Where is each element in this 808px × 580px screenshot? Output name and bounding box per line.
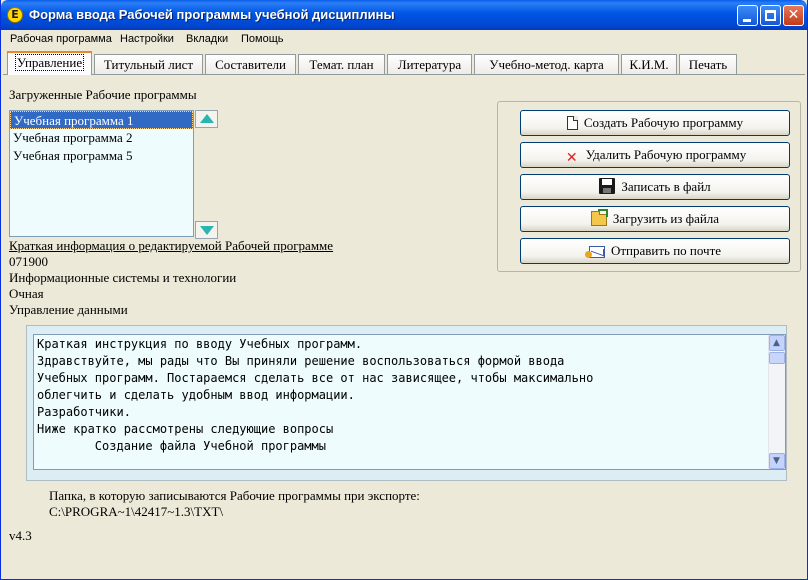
send-by-mail-button[interactable]: Отправить по почте: [520, 238, 790, 264]
move-down-button[interactable]: [195, 221, 218, 239]
tab-print[interactable]: Печать: [679, 54, 737, 75]
export-folder-path: C:\PROGRA~1\42417~1.3\TXT\: [49, 504, 224, 519]
floppy-disk-icon: [599, 178, 616, 194]
minimize-icon: [743, 19, 751, 22]
chevron-down-icon: ▼: [773, 456, 780, 466]
move-up-button[interactable]: [195, 110, 218, 128]
list-item[interactable]: Учебная программа 1: [10, 111, 193, 129]
delete-icon: ✕: [565, 150, 578, 166]
memo-line: Краткая инструкция по вводу Учебных прог…: [37, 337, 363, 351]
window-title: Форма ввода Рабочей программы учебной ди…: [29, 7, 395, 22]
arrow-down-icon: [200, 226, 214, 235]
maximize-button[interactable]: [760, 5, 781, 26]
tab-strip: Управление Титульный лист Составители Те…: [5, 51, 805, 75]
main-window: Е Форма ввода Рабочей программы учебной …: [0, 0, 808, 580]
vertical-scrollbar[interactable]: ▲ ▼: [768, 335, 785, 469]
export-folder-label: Папка, в которую записываются Рабочие пр…: [49, 488, 420, 503]
menu-settings[interactable]: Настройки: [120, 33, 174, 45]
version-label: v4.3: [9, 528, 32, 543]
tab-literature[interactable]: Литература: [387, 54, 472, 75]
instructions-memo[interactable]: Краткая инструкция по вводу Учебных прог…: [33, 334, 786, 470]
memo-line: Создание файла Учебной программы: [37, 439, 326, 453]
menu-help[interactable]: Помощь: [241, 33, 284, 45]
program-specialty: Информационные системы и технологии: [9, 270, 237, 285]
program-code: 071900: [9, 254, 48, 269]
new-document-icon: [566, 116, 578, 130]
close-icon: ✕: [787, 7, 800, 23]
instructions-text: Краткая инструкция по вводу Учебных прог…: [37, 336, 767, 455]
tab-method-map[interactable]: Учебно-метод. карта: [474, 54, 619, 75]
mail-icon: [584, 246, 605, 258]
scroll-down-button[interactable]: ▼: [769, 453, 785, 469]
chevron-up-icon: ▲: [773, 338, 780, 348]
arrow-up-icon: [200, 114, 214, 123]
program-discipline: Управление данными: [9, 302, 128, 317]
open-folder-icon: [590, 209, 608, 226]
minimize-button[interactable]: [737, 5, 758, 26]
menu-bar: Рабочая программа Настройки Вкладки Помо…: [1, 30, 807, 49]
tab-kim[interactable]: К.И.М.: [621, 54, 677, 75]
list-item[interactable]: Учебная программа 5: [10, 147, 193, 165]
programs-heading: Загруженные Рабочие программы: [9, 87, 197, 102]
menu-tabs[interactable]: Вкладки: [186, 33, 228, 45]
title-bar[interactable]: Е Форма ввода Рабочей программы учебной …: [1, 0, 807, 30]
save-to-file-button[interactable]: Записать в файл: [520, 174, 790, 200]
scroll-up-button[interactable]: ▲: [769, 335, 785, 351]
memo-line: Ниже кратко рассмотрены следующие вопрос…: [37, 422, 334, 436]
programs-list[interactable]: Учебная программа 1 Учебная программа 2 …: [9, 110, 194, 237]
program-study-form: Очная: [9, 286, 44, 301]
tab-authors[interactable]: Составители: [205, 54, 296, 75]
memo-line: Здравствуйте, мы рады что Вы приняли реш…: [37, 354, 565, 368]
memo-line: Учебных программ. Постараемся сделать вс…: [37, 371, 594, 385]
tab-title-page[interactable]: Титульный лист: [94, 54, 203, 75]
load-from-file-button[interactable]: Загрузить из файла: [520, 206, 790, 232]
close-button[interactable]: ✕: [783, 5, 804, 26]
create-program-button[interactable]: Создать Рабочую программу: [520, 110, 790, 136]
scroll-thumb[interactable]: [769, 352, 785, 364]
memo-line: Разработчики.: [37, 405, 131, 419]
menu-work-program[interactable]: Рабочая программа: [10, 33, 112, 45]
maximize-icon: [765, 10, 776, 21]
info-heading: Краткая информация о редактируемой Рабоч…: [9, 238, 334, 253]
delete-program-button[interactable]: ✕ Удалить Рабочую программу: [520, 142, 790, 168]
memo-line: облегчить и сделать удобным ввод информа…: [37, 388, 355, 402]
tab-thematic-plan[interactable]: Темат. план: [298, 54, 385, 75]
list-item[interactable]: Учебная программа 2: [10, 129, 193, 147]
app-icon[interactable]: Е: [7, 7, 23, 23]
tab-management[interactable]: Управление: [7, 51, 92, 75]
